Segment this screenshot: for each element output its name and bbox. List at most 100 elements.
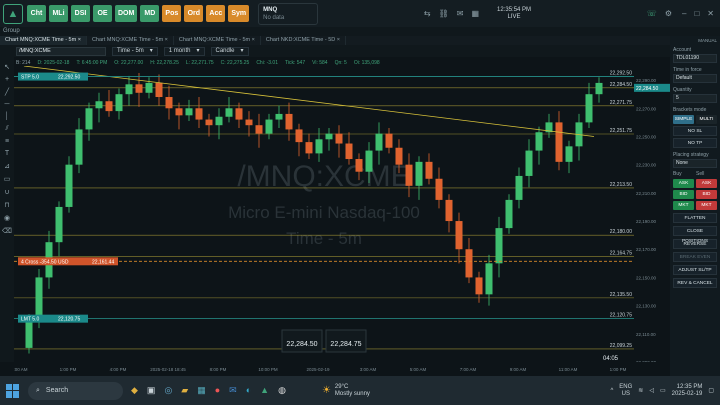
- battery-icon[interactable]: ▭: [660, 387, 666, 394]
- module-button-cht[interactable]: Cht: [27, 5, 46, 22]
- no-tp-button[interactable]: NO TP: [673, 138, 717, 148]
- chrome-icon[interactable]: ●: [215, 385, 220, 396]
- sell-bid-button[interactable]: BID: [696, 190, 717, 199]
- chart-tab[interactable]: Chart MNQ:XCME Time - 5m ×: [174, 36, 261, 45]
- placing-select[interactable]: None: [673, 159, 717, 168]
- weather-widget[interactable]: ☀ 29°C Mostly sunny: [322, 384, 370, 398]
- bracket-simple-button[interactable]: SIMPLE: [673, 115, 694, 124]
- candle-body: [115, 94, 123, 112]
- candle-body: [195, 108, 203, 120]
- symbol-box[interactable]: MNQ No data: [258, 2, 319, 25]
- module-button-ord[interactable]: Ord: [184, 5, 204, 22]
- buy-ask-button[interactable]: ASK: [673, 179, 694, 188]
- reverse-button[interactable]: REVERSE: [673, 239, 717, 249]
- style-select[interactable]: Candle ▾: [210, 46, 249, 56]
- candle-body: [225, 108, 233, 117]
- connection-icon[interactable]: ⇆: [424, 9, 431, 18]
- symbol-input[interactable]: /MNQ:XCME: [16, 46, 106, 56]
- horizontal-line-icon[interactable]: ─: [5, 101, 10, 108]
- app-icon[interactable]: ▲: [260, 385, 269, 396]
- module-button-sym[interactable]: Sym: [228, 5, 250, 22]
- account-label: Account: [673, 47, 692, 53]
- candle-body: [465, 249, 473, 278]
- module-button-mli[interactable]: MLi: [49, 5, 68, 22]
- eye-icon[interactable]: ◉: [4, 214, 10, 222]
- channel-icon[interactable]: ⫽: [5, 125, 8, 133]
- trash-icon[interactable]: ⌫: [2, 227, 12, 235]
- explorer-icon[interactable]: ▰: [181, 385, 188, 396]
- x-tick-label: 8:00 PM: [210, 367, 227, 372]
- flatten-button[interactable]: FLATTEN: [673, 213, 717, 223]
- link-icon[interactable]: ⛓: [439, 9, 449, 18]
- timeframe-select[interactable]: Time - 5m ▾: [112, 46, 158, 56]
- module-button-md[interactable]: MD: [140, 5, 160, 22]
- bracket-multi-button[interactable]: MULTI: [696, 115, 717, 124]
- placing-label: Placing strategy: [673, 152, 709, 158]
- fibonacci-icon[interactable]: ≡: [5, 138, 9, 145]
- candle-body: [265, 119, 273, 134]
- calendar-icon[interactable]: ▦: [471, 9, 479, 18]
- adjust-sltp-button[interactable]: ADJUST SL/TP: [673, 265, 717, 275]
- volume-icon[interactable]: ◁: [649, 387, 654, 394]
- cursor-icon[interactable]: ↖: [4, 63, 10, 71]
- vertical-line-icon[interactable]: │: [5, 113, 9, 120]
- close-icon[interactable]: ✕: [707, 9, 714, 18]
- no-sl-button[interactable]: NO SL: [673, 126, 717, 136]
- range-select[interactable]: 1 month ▾: [163, 46, 205, 56]
- chart-tab[interactable]: Chart MNQ:XCME Time - 5m ×: [87, 36, 174, 45]
- edge-icon[interactable]: ◐: [246, 385, 251, 396]
- taskbar-search[interactable]: ⌕ Search: [28, 381, 123, 400]
- buy-mkt-button[interactable]: MKT: [673, 201, 694, 210]
- chart-tab[interactable]: Chart MNQ:XCME Time - 5m ×: [0, 36, 87, 45]
- shapes-icon[interactable]: ▭: [4, 175, 11, 183]
- break-even-button[interactable]: BREAK EVEN: [673, 252, 717, 262]
- lock-icon[interactable]: ⊓: [4, 201, 9, 209]
- module-button-dsi[interactable]: DSI: [71, 5, 90, 22]
- store-icon[interactable]: ▦: [197, 385, 206, 396]
- window-controls: – □ ✕: [682, 9, 714, 18]
- measure-icon[interactable]: ⊿: [4, 162, 10, 170]
- module-button-pos[interactable]: Pos: [162, 5, 182, 22]
- text-icon[interactable]: T: [5, 150, 9, 157]
- mail-icon[interactable]: ✉: [457, 9, 464, 18]
- module-button-dom[interactable]: DOM: [115, 5, 138, 22]
- taskbar-apps: ◆ ▣ ◎ ▰ ▦ ● ✉ ◐ ▲ ◍: [131, 385, 286, 396]
- copilot-icon[interactable]: ◎: [164, 385, 172, 396]
- crosshair-icon[interactable]: +: [5, 76, 9, 83]
- module-button-oe[interactable]: OE: [93, 5, 112, 22]
- mail-icon[interactable]: ✉: [229, 385, 237, 396]
- sell-mkt-button[interactable]: MKT: [696, 201, 717, 210]
- windows-start-icon[interactable]: [6, 383, 20, 398]
- close-positions-button[interactable]: CLOSE POSITIONS: [673, 226, 717, 244]
- time-axis[interactable]: 12:00 AM 1:00 PM 4:00 PM 2025-02-18 18:45 8:…: [14, 362, 634, 376]
- tif-select[interactable]: Default: [673, 74, 717, 83]
- candle-body: [275, 113, 283, 120]
- price-axis[interactable]: 22,290.00 22,270.00 22,250.00 22,230.00 22,2…: [634, 66, 670, 362]
- widgets-icon[interactable]: ◆: [131, 385, 138, 396]
- sell-ask-button[interactable]: ASK: [696, 179, 717, 188]
- chart-tab[interactable]: Chart NKD:XCME Time - 5D ×: [261, 36, 346, 45]
- wifi-icon[interactable]: ≋: [638, 387, 643, 394]
- trend-line-icon[interactable]: ╱: [5, 88, 9, 96]
- taskbar-clock[interactable]: 12:35 PM 2025-02-19: [672, 384, 703, 398]
- minimize-icon[interactable]: –: [682, 9, 686, 18]
- clock-time: 12:35:54 PM: [497, 6, 532, 13]
- candle-body: [285, 113, 293, 130]
- phone-icon[interactable]: ☏: [647, 9, 657, 18]
- qty-input[interactable]: 5: [673, 94, 717, 103]
- buy-bid-button[interactable]: BID: [673, 190, 694, 199]
- module-button-acc[interactable]: Acc: [206, 5, 226, 22]
- settings-icon[interactable]: ⚙: [665, 9, 672, 18]
- x-tick-label: 1:00 PM: [610, 367, 627, 372]
- x-tick-label: 9:00 AM: [510, 367, 527, 372]
- magnet-icon[interactable]: ∪: [4, 188, 9, 196]
- rev-cancel-button[interactable]: REV & CANCEL: [673, 278, 717, 288]
- price-chart[interactable]: /MNQ:XCMEMicro E-mini Nasdaq-100Time - 5…: [14, 66, 634, 362]
- chevron-up-icon[interactable]: ^: [610, 388, 613, 394]
- account-select[interactable]: TDL01190: [673, 54, 717, 63]
- task-view-icon[interactable]: ▣: [147, 385, 156, 396]
- notification-icon[interactable]: ▢: [708, 387, 714, 394]
- candle-body: [105, 101, 113, 112]
- maximize-icon[interactable]: □: [694, 9, 699, 18]
- app2-icon[interactable]: ◍: [278, 385, 286, 396]
